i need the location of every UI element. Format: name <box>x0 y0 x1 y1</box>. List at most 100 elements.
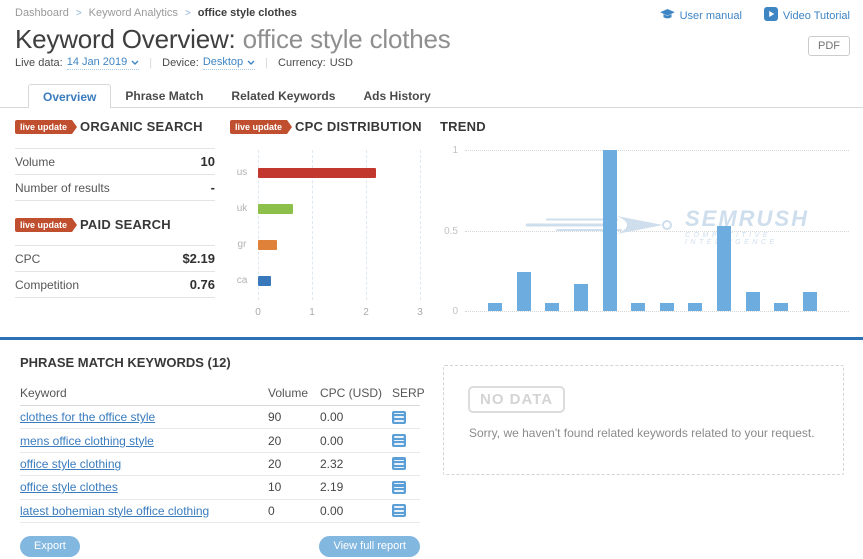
trend-header: TREND <box>440 119 486 134</box>
cpc-axis-tick: 1 <box>309 307 315 318</box>
cpc-gridline <box>420 150 421 300</box>
cpc-bar-gr <box>258 240 277 250</box>
volume-cell: 10 <box>268 480 320 494</box>
serp-line <box>394 510 404 512</box>
cpc-cell: 2.32 <box>320 457 392 471</box>
trend-bar <box>717 226 731 311</box>
live-data-selector[interactable]: 14 Jan 2019 <box>67 56 140 70</box>
chevron-down-icon <box>131 56 139 68</box>
serp-line <box>394 506 404 508</box>
semrush-watermark-text: SEMRUSH COMPETITIVE INTELLIGENCE <box>685 209 855 246</box>
page-title-keyword: office style clothes <box>243 24 451 54</box>
keyword-link[interactable]: office style clothing <box>20 457 268 471</box>
phrase-match-actions: Export View full report <box>20 536 420 557</box>
phrase-match-table-header: KeywordVolumeCPC (USD)SERP <box>20 381 420 406</box>
column-header-keyword: Keyword <box>20 386 268 400</box>
cpc-category-label-gr: gr <box>232 239 252 250</box>
organic-search-header: live update ORGANIC SEARCH <box>15 119 203 134</box>
trend-title: TREND <box>440 119 486 134</box>
metric-row: Competition0.76 <box>15 272 215 298</box>
trend-bar <box>574 284 588 311</box>
serp-line <box>394 436 404 438</box>
trend-bar <box>660 303 674 311</box>
metric-value: $2.19 <box>182 251 215 266</box>
metric-row: Volume10 <box>15 149 215 175</box>
serp-cell <box>392 481 420 494</box>
trend-gridline <box>465 311 849 312</box>
table-row: clothes for the office style900.00 <box>20 406 420 429</box>
serp-list-icon[interactable] <box>392 457 406 470</box>
cpc-distribution-chart: 0123usukgrca <box>230 143 425 328</box>
volume-cell: 90 <box>268 410 320 424</box>
tab-ads-history[interactable]: Ads History <box>349 84 444 108</box>
tab-overview[interactable]: Overview <box>28 84 111 108</box>
table-row: office style clothes102.19 <box>20 476 420 499</box>
volume-cell: 20 <box>268 457 320 471</box>
paid-search-title: PAID SEARCH <box>80 217 171 232</box>
currency-value: USD <box>330 57 353 69</box>
device-label: Device: <box>162 57 199 69</box>
related-keywords-empty-state: NO DATA Sorry, we haven't found related … <box>443 365 844 475</box>
export-button[interactable]: Export <box>20 536 80 557</box>
serp-cell <box>392 504 420 517</box>
video-tutorial-link[interactable]: Video Tutorial <box>764 7 850 24</box>
metric-label: Volume <box>15 155 55 169</box>
device-selector[interactable]: Desktop <box>203 56 255 70</box>
user-manual-link[interactable]: User manual <box>660 7 742 24</box>
trend-axis-tick: 0 <box>440 306 458 317</box>
metric-row: Number of results- <box>15 175 215 201</box>
video-tutorial-label: Video Tutorial <box>783 10 850 22</box>
metric-label: Number of results <box>15 181 110 195</box>
pdf-button[interactable]: PDF <box>808 36 850 56</box>
serp-cell <box>392 457 420 470</box>
cpc-distribution-title: CPC DISTRIBUTION <box>295 119 422 134</box>
keyword-overview-page: Dashboard>Keyword Analytics>office style… <box>0 0 863 559</box>
serp-line <box>394 413 404 415</box>
no-data-message: Sorry, we haven't found related keywords… <box>469 426 815 440</box>
cpc-category-label-us: us <box>232 167 252 178</box>
tab-related-keywords[interactable]: Related Keywords <box>217 84 349 108</box>
serp-list-icon[interactable] <box>392 434 406 447</box>
serp-line <box>394 514 404 516</box>
column-header-cpc-usd-: CPC (USD) <box>320 386 392 400</box>
keyword-link[interactable]: office style clothes <box>20 480 268 494</box>
page-title: Keyword Overview: office style clothes <box>15 24 451 55</box>
metric-value: 0.76 <box>190 277 215 292</box>
cpc-distribution-header: live update CPC DISTRIBUTION <box>230 119 422 134</box>
trend-gridline <box>465 150 849 151</box>
metric-label: CPC <box>15 252 40 266</box>
serp-cell <box>392 411 420 424</box>
paid-search-header: live update PAID SEARCH <box>15 217 171 232</box>
keyword-link[interactable]: mens office clothing style <box>20 434 268 448</box>
page-title-prefix: Keyword Overview: <box>15 24 243 54</box>
cpc-cell: 0.00 <box>320 410 392 424</box>
view-full-report-button[interactable]: View full report <box>319 536 420 557</box>
cpc-axis-tick: 2 <box>363 307 369 318</box>
cpc-cell: 0.00 <box>320 434 392 448</box>
live-update-badge: live update <box>15 218 72 232</box>
semrush-watermark-tagline: COMPETITIVE INTELLIGENCE <box>685 232 855 246</box>
serp-line <box>394 483 404 485</box>
semrush-watermark-brand: SEMRUSH <box>685 209 855 229</box>
serp-cell <box>392 434 420 447</box>
trend-axis-tick: 1 <box>440 145 458 156</box>
breadcrumb-item[interactable]: Dashboard <box>15 7 69 19</box>
volume-cell: 20 <box>268 434 320 448</box>
serp-line <box>394 487 404 489</box>
serp-line <box>394 420 404 422</box>
serp-list-icon[interactable] <box>392 411 406 424</box>
keyword-link[interactable]: clothes for the office style <box>20 410 268 424</box>
keyword-link[interactable]: latest bohemian style office clothing <box>20 504 268 518</box>
volume-cell: 0 <box>268 504 320 518</box>
tab-phrase-match[interactable]: Phrase Match <box>111 84 217 108</box>
play-icon <box>764 7 778 24</box>
serp-list-icon[interactable] <box>392 481 406 494</box>
serp-line <box>394 490 404 492</box>
table-row: mens office clothing style200.00 <box>20 429 420 452</box>
tab-bar: OverviewPhrase MatchRelated KeywordsAds … <box>28 84 445 108</box>
breadcrumb-item[interactable]: Keyword Analytics <box>89 7 178 19</box>
serp-list-icon[interactable] <box>392 504 406 517</box>
trend-bar <box>746 292 760 311</box>
section-divider <box>0 337 863 340</box>
semrush-watermark: SEMRUSH COMPETITIVE INTELLIGENCE <box>525 209 855 246</box>
